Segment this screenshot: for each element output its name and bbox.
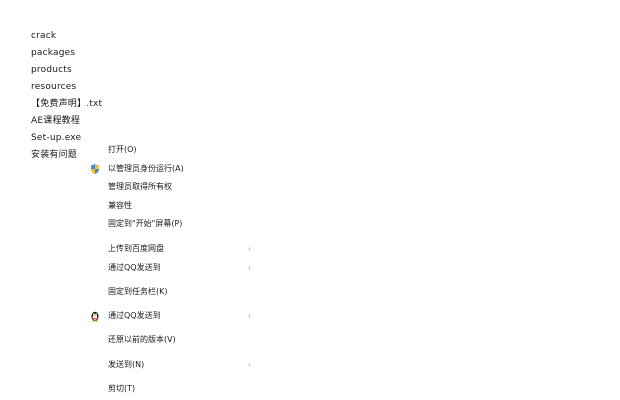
menu-item-label: 发送到(N) <box>108 360 145 369</box>
menu-item-label: 固定到"开始"屏幕(P) <box>108 219 183 228</box>
chevron-right-icon: › <box>248 245 251 253</box>
menu-item-label: 固定到任务栏(K) <box>108 287 168 296</box>
menu-item-label: 还原以前的版本(V) <box>108 335 176 344</box>
qq-penguin-icon <box>88 309 102 323</box>
menu-item-label: 管理员取得所有权 <box>108 182 172 191</box>
menu-item-pin-to-start[interactable]: 固定到"开始"屏幕(P) <box>84 215 260 233</box>
menu-item-label: 通过QQ发送到 <box>108 311 161 320</box>
menu-item-upload-baidu-netdisk[interactable]: 上传到百度网盘 › <box>84 240 260 258</box>
file-item-resources[interactable]: resources <box>31 79 121 96</box>
menu-item-send-via-qq-2[interactable]: 通过QQ发送到 › <box>84 307 260 325</box>
file-item-packages[interactable]: packages <box>31 45 121 62</box>
menu-item-label: 以管理员身份运行(A) <box>108 164 184 173</box>
file-item-crack[interactable]: crack <box>31 28 121 45</box>
menu-item-run-as-admin[interactable]: 以管理员身份运行(A) <box>84 160 260 178</box>
menu-item-label: 剪切(T) <box>108 384 136 393</box>
chevron-right-icon: › <box>248 264 251 272</box>
menu-item-send-via-qq[interactable]: 通过QQ发送到 › <box>84 259 260 277</box>
shield-icon <box>88 162 102 176</box>
menu-item-label: 兼容性 <box>108 201 132 210</box>
menu-item-open[interactable]: 打开(O) <box>84 141 260 159</box>
menu-item-pin-to-taskbar[interactable]: 固定到任务栏(K) <box>84 283 260 301</box>
chevron-right-icon: › <box>248 361 251 369</box>
menu-item-take-ownership[interactable]: 管理员取得所有权 <box>84 178 260 196</box>
menu-item-cut[interactable]: 剪切(T) <box>84 380 260 398</box>
menu-item-restore-previous-versions[interactable]: 还原以前的版本(V) <box>84 331 260 349</box>
file-item-disclaimer-txt[interactable]: 【免费声明】.txt <box>31 96 121 113</box>
menu-item-send-to[interactable]: 发送到(N) › <box>84 356 260 374</box>
context-menu: 打开(O) 以管理员身份运行(A) 管理员取得所有权 兼容性 固定到"开始"屏幕… <box>84 140 260 400</box>
menu-item-label: 打开(O) <box>108 145 137 154</box>
file-item-ae-course[interactable]: AE课程教程 <box>31 113 121 130</box>
menu-item-label: 通过QQ发送到 <box>108 263 161 272</box>
menu-item-label: 上传到百度网盘 <box>108 244 164 253</box>
menu-item-compatibility[interactable]: 兼容性 <box>84 197 260 215</box>
file-item-products[interactable]: products <box>31 62 121 79</box>
chevron-right-icon: › <box>248 312 251 320</box>
